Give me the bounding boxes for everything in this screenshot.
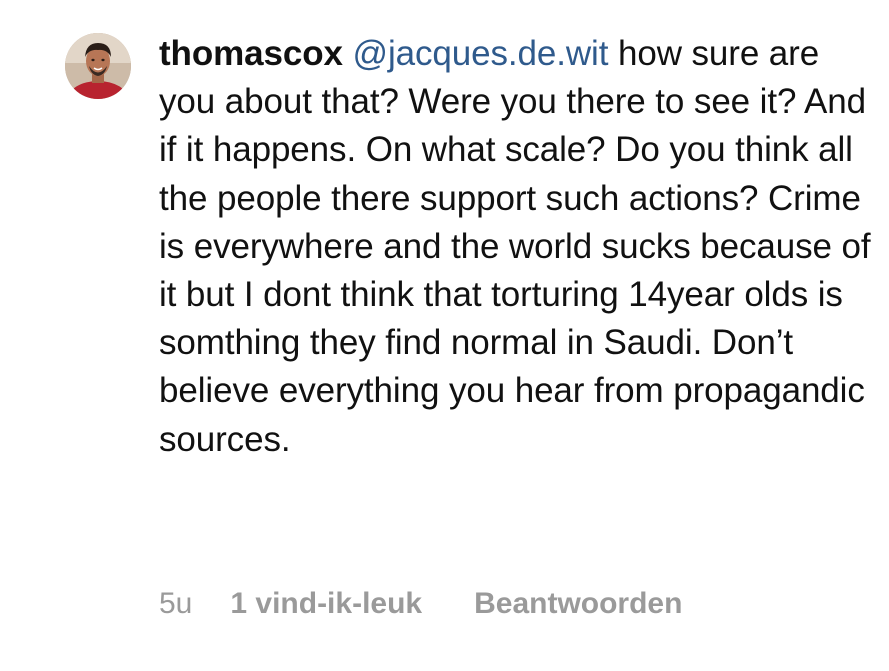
comment-meta: 5u 1 vind-ik-leuk Beantwoorden [159, 584, 682, 624]
likes-count-link[interactable]: 1 vind-ik-leuk [230, 587, 422, 621]
comment: thomascox @jacques.de.wit how sure are y… [0, 0, 889, 671]
avatar-image [65, 33, 131, 99]
comment-mention[interactable]: @jacques.de.wit [353, 34, 609, 73]
comment-timestamp: 5u [159, 587, 193, 620]
comment-text: how sure are you about that? Were you th… [159, 34, 871, 459]
reply-button[interactable]: Beantwoorden [474, 587, 682, 621]
comment-username[interactable]: thomascox [159, 34, 343, 73]
comment-body: thomascox @jacques.de.wit how sure are y… [159, 30, 874, 464]
avatar[interactable] [65, 33, 131, 99]
